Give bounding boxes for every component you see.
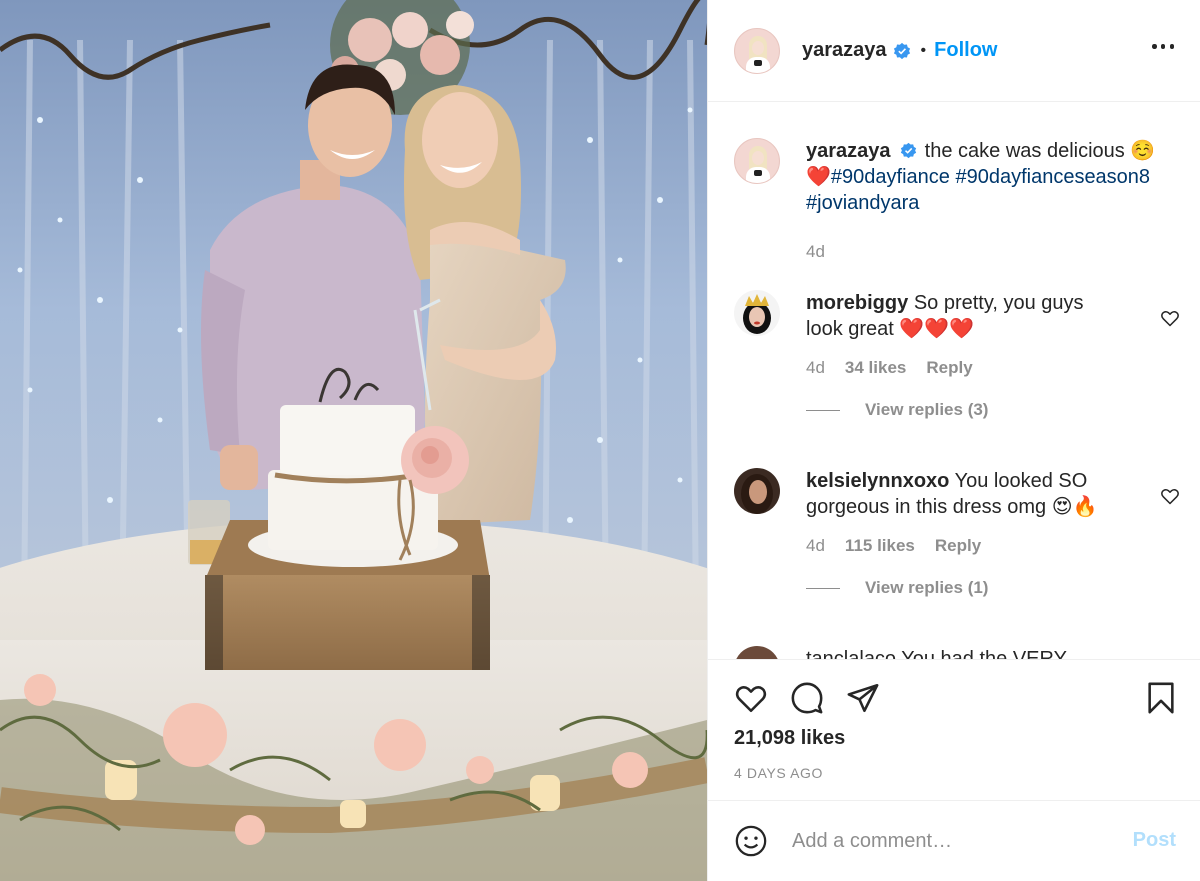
author-avatar[interactable]: [734, 27, 780, 74]
comment-body: look great: [806, 318, 894, 340]
comment-text: tanclalaco You had the VERY: [806, 648, 1067, 660]
caption-body: the cake was delicious: [924, 140, 1125, 162]
follow-button[interactable]: Follow: [934, 39, 997, 62]
caption: yarazaya the cake was delicious ☺️ ❤️#90…: [734, 138, 1180, 262]
comment-text: kelsielynnxoxo You looked SO gorgeous in…: [806, 468, 1180, 520]
author-row: yarazaya • Follow: [802, 39, 997, 62]
comment-time[interactable]: 4d: [806, 358, 825, 378]
replies-divider: [806, 587, 840, 589]
replies-divider: [806, 409, 840, 411]
comment-item: kelsielynnxoxo You looked SO gorgeous in…: [734, 468, 1180, 598]
wedding-cake-photo: [0, 0, 707, 881]
comment-meta: 4d 34 likes Reply: [806, 358, 1180, 378]
post-photo[interactable]: [0, 0, 707, 881]
comment-bubble-icon[interactable]: [790, 681, 824, 715]
like-comment-heart-icon[interactable]: [1160, 308, 1180, 328]
view-replies-button[interactable]: View replies (3): [806, 400, 1180, 420]
hashtag-link[interactable]: #90dayfianceseason8: [955, 166, 1150, 188]
hashtag-link[interactable]: #joviandyara: [806, 192, 919, 214]
post-timestamp: 4 DAYS AGO: [734, 765, 823, 781]
caption-time[interactable]: 4d: [806, 242, 825, 262]
comment-likes[interactable]: 34 likes: [845, 358, 906, 378]
heart-emoji: ❤️: [806, 166, 831, 188]
comment-username[interactable]: kelsielynnxoxo: [806, 470, 949, 492]
verified-badge-icon: [900, 142, 917, 159]
comment-body: So pretty, you guys: [913, 292, 1084, 314]
comment-item: morebiggy So pretty, you guys look great…: [734, 290, 1180, 420]
view-replies-label: View replies (1): [865, 578, 989, 597]
caption-text: yarazaya the cake was delicious ☺️ ❤️#90…: [806, 138, 1180, 216]
comments-list[interactable]: yarazaya the cake was delicious ☺️ ❤️#90…: [708, 102, 1200, 660]
comment-body: You looked SO: [954, 470, 1088, 492]
post-side-panel: yarazaya • Follow yarazaya the cake was …: [707, 0, 1200, 881]
comment-meta: 4d 115 likes Reply: [806, 536, 1180, 556]
hashtag-link[interactable]: #90dayfiance: [831, 166, 950, 188]
author-username[interactable]: yarazaya: [802, 39, 887, 62]
commenter-avatar[interactable]: [734, 290, 780, 336]
more-options-icon[interactable]: [1152, 44, 1174, 50]
view-replies-label: View replies (3): [865, 400, 989, 419]
post-header: yarazaya • Follow: [708, 0, 1200, 102]
comment-item-partial: tanclalaco You had the VERY: [734, 646, 1180, 660]
separator-dot: •: [920, 41, 927, 59]
save-bookmark-icon[interactable]: [1144, 681, 1178, 715]
caption-avatar[interactable]: [734, 138, 780, 184]
add-comment-bar: Post: [708, 801, 1200, 881]
reply-button[interactable]: Reply: [935, 536, 981, 556]
post-comment-button[interactable]: Post: [1133, 829, 1176, 852]
commenter-avatar[interactable]: [734, 468, 780, 514]
hearts-emoji: ❤️❤️❤️: [899, 318, 975, 340]
comment-body: gorgeous in this dress omg: [806, 496, 1047, 518]
post-actions: 21,098 likes 4 DAYS AGO: [708, 661, 1200, 801]
likes-count[interactable]: 21,098 likes: [734, 727, 845, 750]
comment-username[interactable]: morebiggy: [806, 292, 908, 314]
view-replies-button[interactable]: View replies (1): [806, 578, 1180, 598]
comment-input[interactable]: [792, 829, 1112, 853]
like-comment-heart-icon[interactable]: [1160, 486, 1180, 506]
instagram-post: yarazaya • Follow yarazaya the cake was …: [0, 0, 1200, 881]
caption-username[interactable]: yarazaya: [806, 140, 891, 162]
emoji-picker-icon[interactable]: [734, 824, 768, 858]
commenter-avatar[interactable]: [734, 646, 780, 659]
reply-button[interactable]: Reply: [926, 358, 972, 378]
smile-emoji: ☺️: [1130, 140, 1156, 162]
comment-text: morebiggy So pretty, you guys look great…: [806, 290, 1180, 342]
share-send-icon[interactable]: [846, 681, 880, 715]
like-heart-icon[interactable]: [734, 681, 768, 715]
comment-likes[interactable]: 115 likes: [845, 536, 915, 556]
caption-meta: 4d: [806, 242, 1180, 262]
emoji: 😍🔥: [1051, 496, 1098, 518]
verified-badge-icon: [893, 42, 910, 59]
comment-time[interactable]: 4d: [806, 536, 825, 556]
